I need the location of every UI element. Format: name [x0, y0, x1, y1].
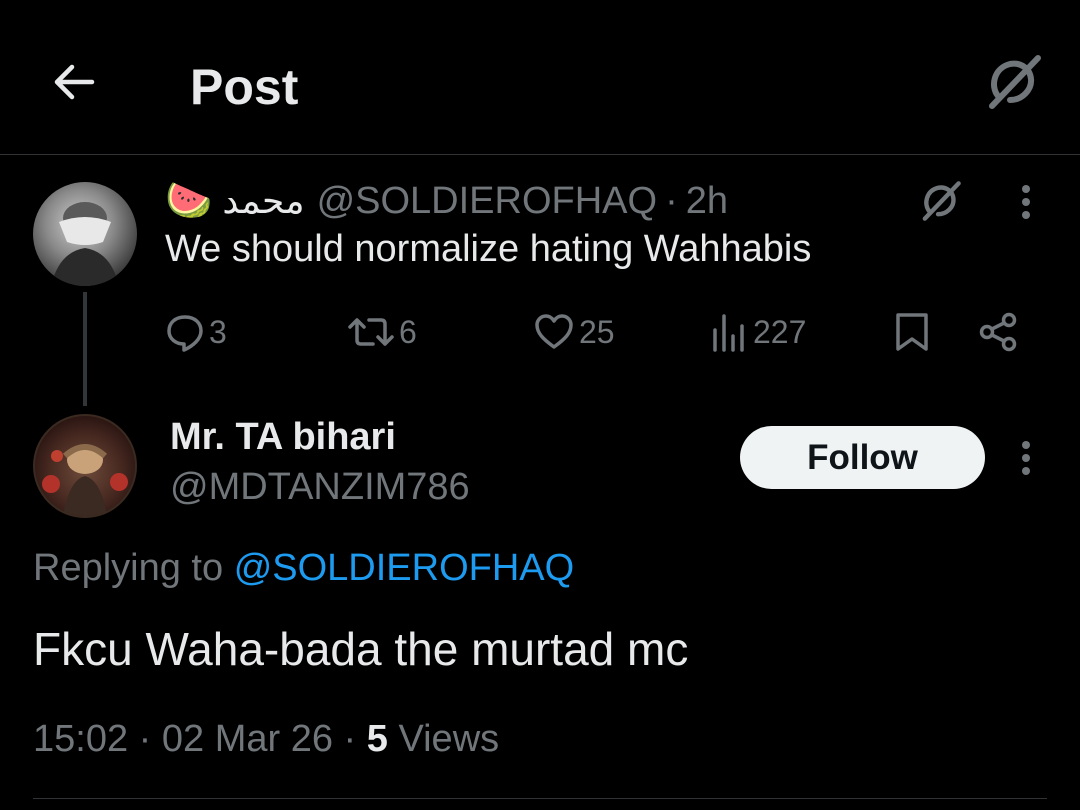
page-title: Post [190, 59, 299, 115]
display-name[interactable]: محمد [222, 180, 304, 222]
bookmark-icon [896, 313, 928, 351]
reply-button[interactable]: 3 [165, 306, 227, 358]
reply-icon [167, 315, 203, 352]
separator: · [343, 718, 357, 760]
bookmark-button[interactable] [893, 306, 931, 358]
views-count: 5 [366, 718, 388, 760]
thread-line [83, 292, 87, 406]
repost-count: 6 [399, 313, 417, 350]
top-bar: Post [0, 0, 1080, 155]
tweet-text: Fkcu Waha-bada the murtad mc [33, 623, 689, 675]
arrow-left-icon [54, 64, 95, 100]
grok-icon [989, 55, 1041, 109]
display-name[interactable]: Mr. TA bihari [170, 416, 396, 459]
views-count: 227 [753, 313, 807, 350]
like-count: 25 [579, 313, 615, 350]
avatar[interactable] [33, 182, 137, 286]
share-button[interactable] [977, 306, 1019, 358]
tweet-meta: 15:02 · 02 Mar 26 · 5 Views [33, 718, 499, 761]
back-button[interactable] [46, 54, 102, 110]
grok-button[interactable] [982, 50, 1046, 114]
more-icon [1022, 441, 1030, 475]
date[interactable]: 02 Mar 26 [162, 718, 333, 760]
views-label: Views [398, 718, 500, 760]
more-button[interactable] [1004, 434, 1048, 482]
mention-link[interactable]: @SOLDIEROFHAQ [234, 547, 575, 589]
grok-button[interactable] [912, 176, 970, 226]
avatar[interactable] [33, 414, 137, 518]
watermelon-emoji: 🍉 [165, 180, 213, 222]
avatar-image [51, 202, 119, 286]
grok-icon [922, 181, 961, 221]
views-button[interactable]: 227 [709, 306, 806, 358]
repost-icon [348, 318, 394, 346]
share-icon [979, 312, 1017, 352]
timestamp[interactable]: 2h [686, 180, 728, 223]
action-bar: 3 6 25 227 [165, 306, 1035, 358]
more-button[interactable] [1004, 178, 1048, 226]
repost-button[interactable]: 6 [347, 306, 417, 358]
separator: · [665, 179, 678, 222]
tweet-text: We should normalize hating Wahhabis [165, 228, 812, 270]
avatar-image [42, 444, 128, 516]
like-button[interactable]: 25 [533, 306, 615, 358]
replying-to: Replying to @SOLDIEROFHAQ [33, 547, 574, 590]
follow-button[interactable]: Follow [740, 426, 985, 489]
parent-tweet-header: 🍉 محمد @SOLDIEROFHAQ · 2h [165, 178, 728, 224]
replying-prefix: Replying to [33, 547, 224, 589]
time[interactable]: 15:02 [33, 718, 128, 760]
handle[interactable]: @SOLDIEROFHAQ [317, 180, 658, 223]
heart-icon [535, 314, 573, 349]
divider [33, 798, 1047, 799]
handle[interactable]: @MDTANZIM786 [170, 466, 470, 509]
views-icon [713, 314, 744, 352]
reply-count: 3 [209, 313, 227, 350]
separator: · [138, 718, 152, 760]
more-icon [1022, 185, 1030, 219]
